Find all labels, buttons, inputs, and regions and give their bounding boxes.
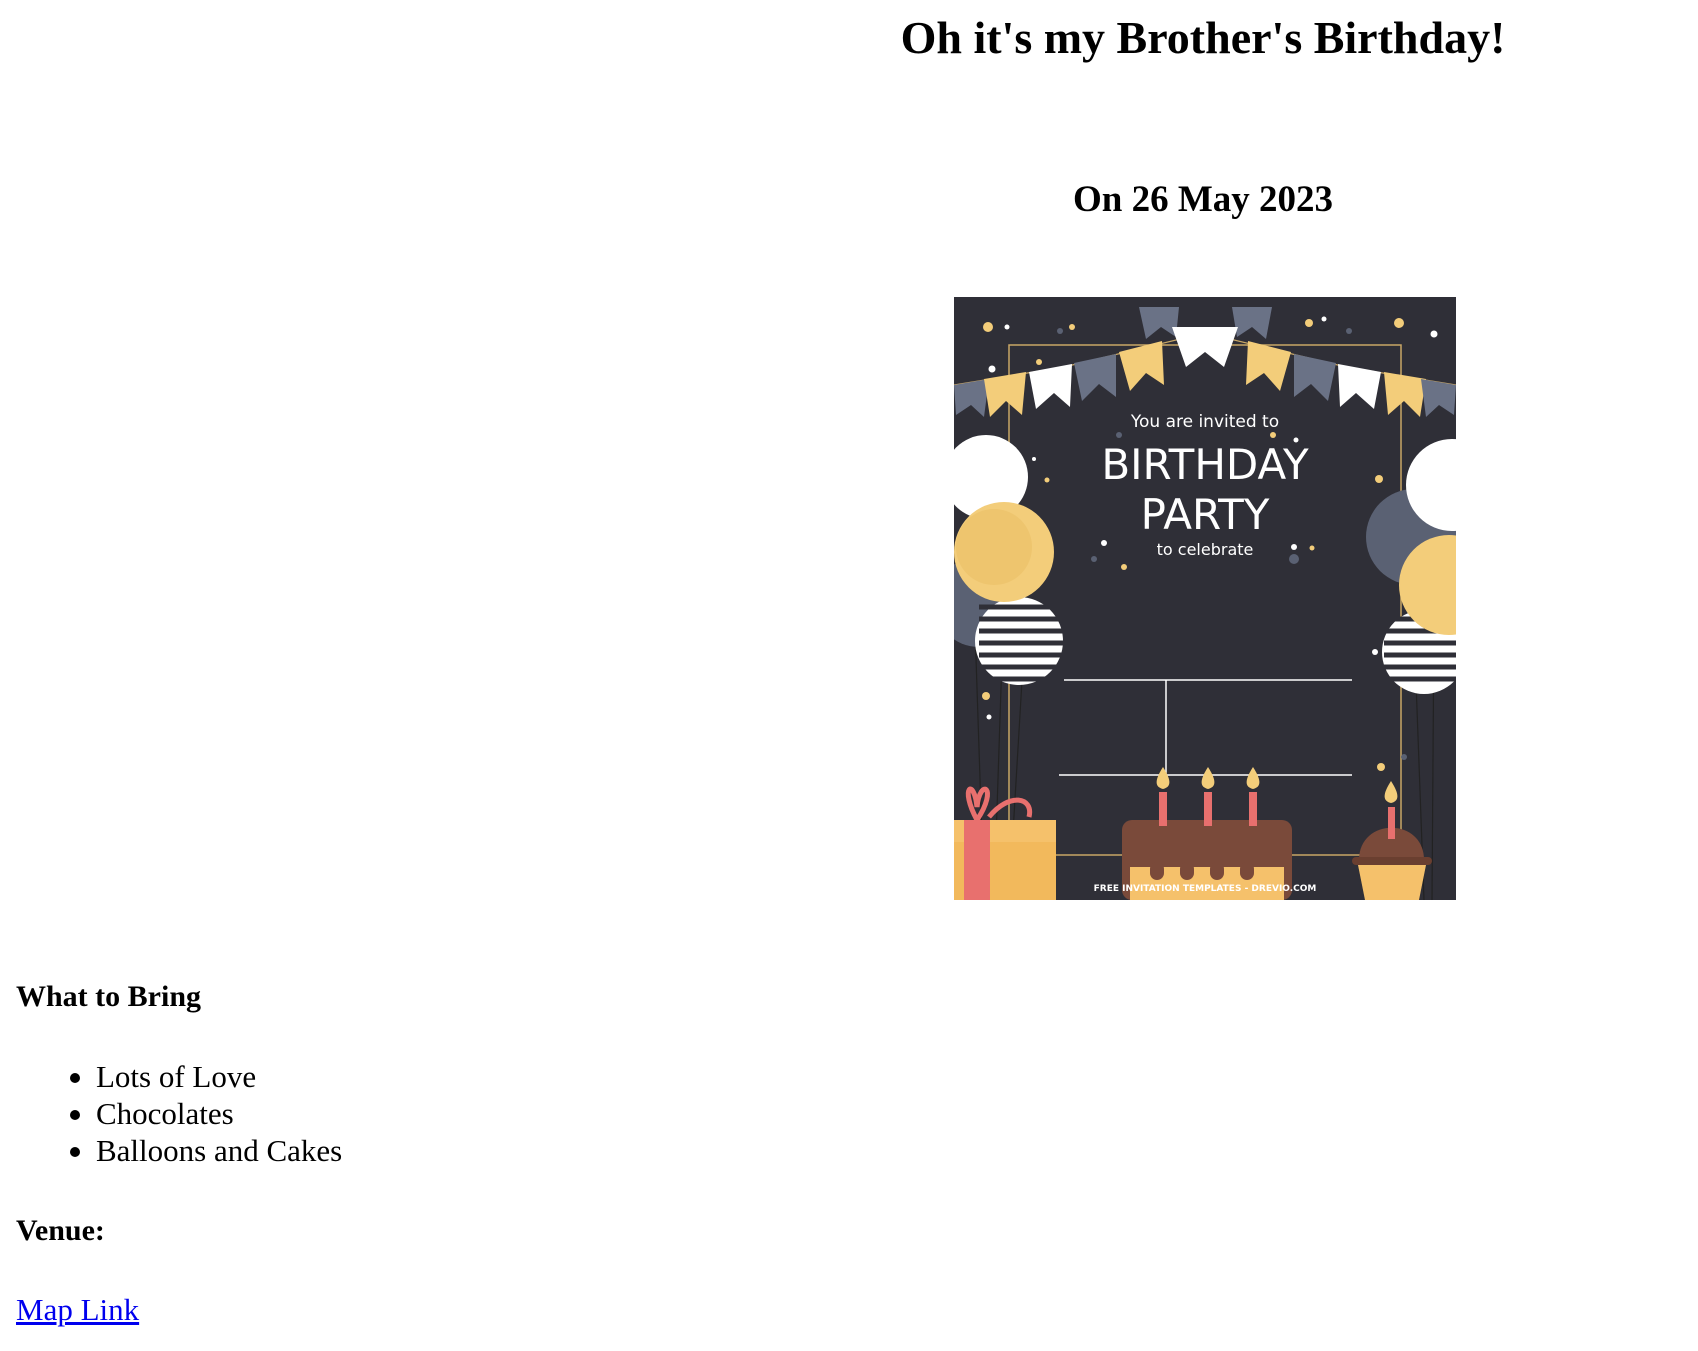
bullet-icon [70,1147,80,1157]
bring-list: Lots of Love Chocolates Balloons and Cak… [70,1058,343,1169]
invitation-image: You are invited to BIRTHDAY PARTY to cel… [954,297,1456,900]
list-item: Balloons and Cakes [70,1132,343,1169]
list-item-text: Balloons and Cakes [96,1133,343,1168]
list-item: Chocolates [70,1095,342,1132]
invite-footer: FREE INVITATION TEMPLATES - DREVIO.COM [1094,884,1317,894]
map-link[interactable]: Map Link [16,1291,139,1329]
venue-heading: Venue: [16,1214,105,1247]
bullet-icon [70,1073,80,1083]
invite-line-2: BIRTHDAY [1101,440,1309,489]
list-item: Lots of Love [70,1058,342,1095]
invite-line-3: PARTY [1141,490,1270,539]
list-item-text: Chocolates [96,1096,234,1131]
invite-line-1: You are invited to [1130,412,1279,432]
bullet-icon [70,1110,80,1120]
page-title: Oh it's my Brother's Birthday! [900,12,1506,63]
list-item-text: Lots of Love [96,1059,257,1094]
page: Oh it's my Brother's Birthday! On 26 May… [0,0,1698,1351]
what-to-bring-heading: What to Bring [16,980,202,1013]
party-date: On 26 May 2023 [1072,179,1334,220]
invite-line-4: to celebrate [1157,540,1254,559]
